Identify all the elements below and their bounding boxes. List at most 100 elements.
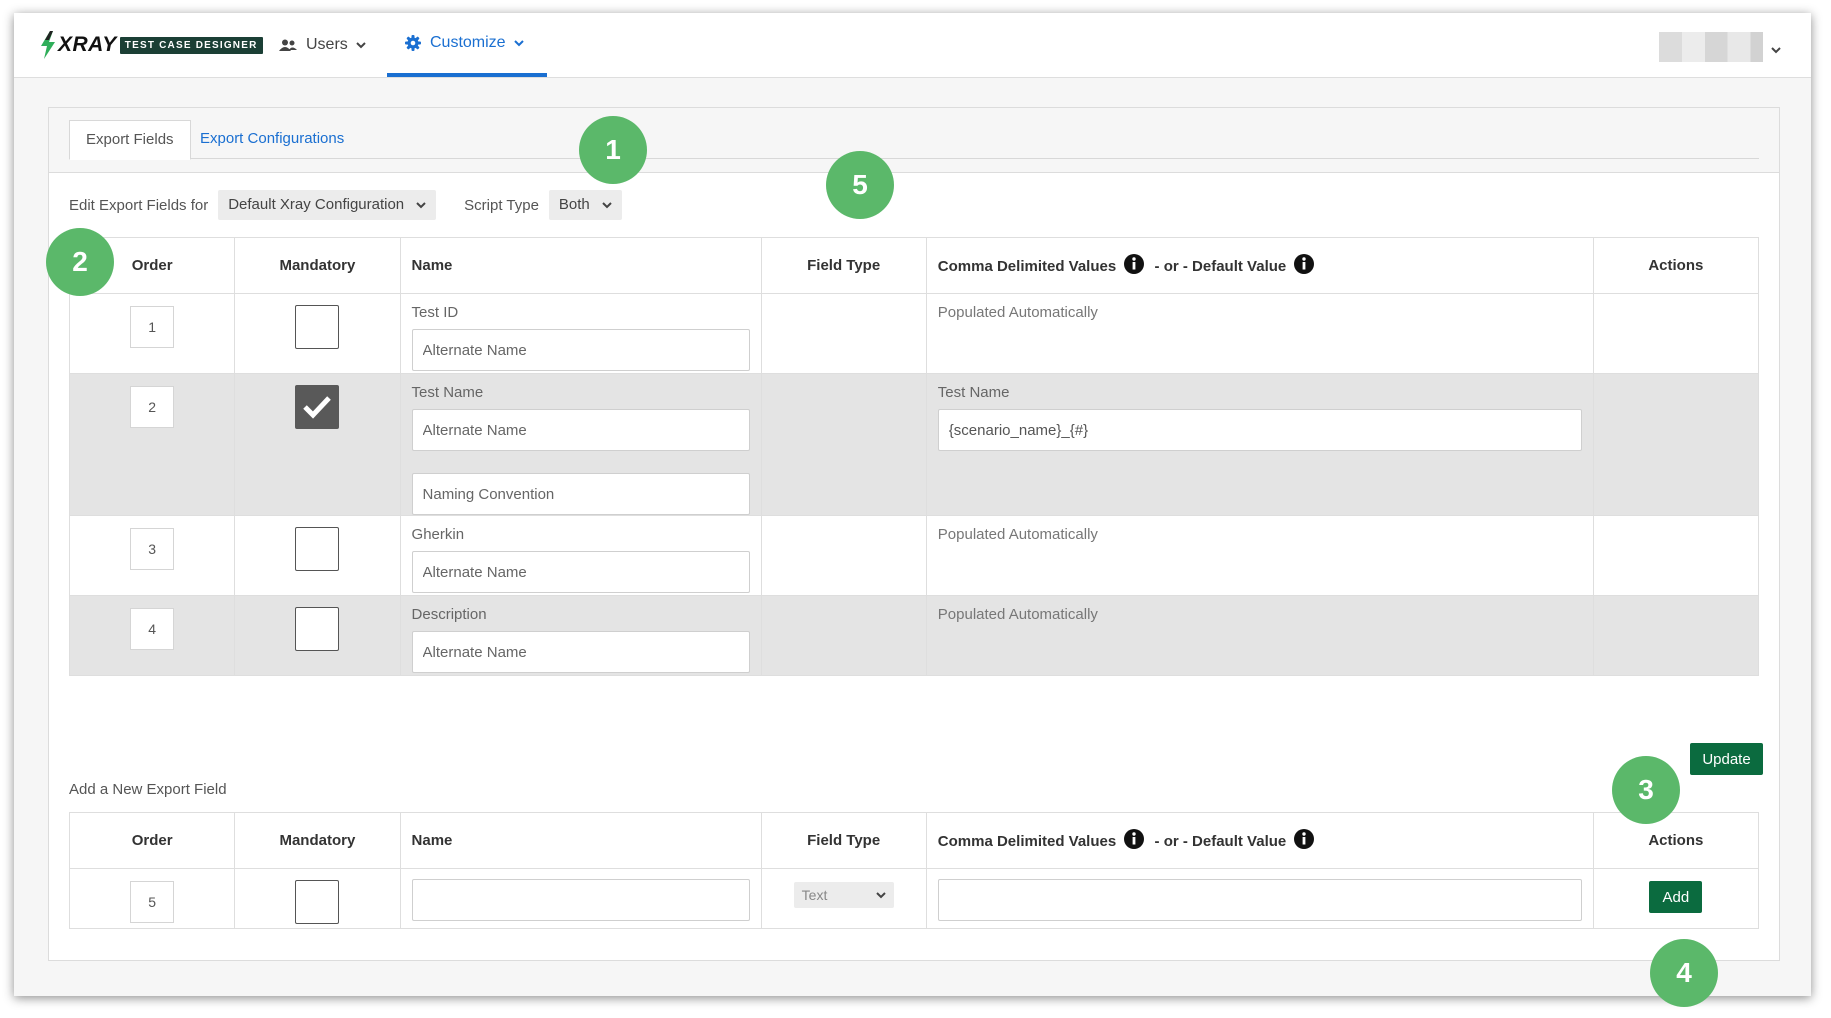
column-header-actions: Actions <box>1592 237 1760 294</box>
column-header-actions: Actions <box>1592 812 1760 869</box>
new-order-input[interactable]: 5 <box>130 881 175 923</box>
nav-users[interactable]: Users <box>279 13 366 77</box>
field-name: Gherkin <box>411 526 465 543</box>
table-row: 3 Gherkin Populated Automatically <box>68 515 1760 596</box>
nav-customize-label: Customize <box>430 34 506 51</box>
chevron-down-icon <box>602 201 612 209</box>
bolt-icon <box>41 31 55 59</box>
users-icon <box>279 39 297 52</box>
export-fields-table: Order Mandatory Name Field Type Comma De… <box>68 237 1760 676</box>
order-input[interactable]: 1 <box>130 306 175 348</box>
tab-export-fields[interactable]: Export Fields <box>69 120 191 160</box>
edit-export-fields-row: Edit Export Fields for Default Xray Conf… <box>69 190 622 220</box>
mandatory-checkbox[interactable] <box>295 305 340 349</box>
field-type-cell <box>760 595 927 676</box>
default-value-header-label: - or - Default Value <box>1154 257 1287 275</box>
table-row: 2 Test Name Test Name <box>68 373 1760 516</box>
callout-marker-2: 2 <box>46 228 114 296</box>
configuration-select[interactable]: Default Xray Configuration <box>218 190 437 220</box>
order-input[interactable]: 3 <box>130 528 175 570</box>
chevron-down-icon <box>875 891 886 898</box>
edit-export-fields-label: Edit Export Fields for <box>69 196 209 214</box>
table-header-row: Order Mandatory Name Field Type Comma De… <box>68 237 1760 294</box>
callout-marker-5: 5 <box>826 151 894 219</box>
naming-convention-input[interactable] <box>411 473 750 515</box>
values-label: Test Name <box>937 384 1010 401</box>
configuration-select-value: Default Xray Configuration <box>228 196 405 213</box>
update-button[interactable]: Update <box>1690 743 1763 775</box>
column-header-name: Name <box>399 237 762 294</box>
info-icon[interactable] <box>1124 253 1145 278</box>
field-name: Description <box>411 606 487 623</box>
alternate-name-input[interactable] <box>411 409 750 451</box>
field-type-cell <box>760 515 927 596</box>
order-input[interactable]: 2 <box>130 386 175 428</box>
tab-bar: Export Fields Export Configurations <box>49 108 1779 173</box>
new-field-row: 5 Text Add <box>68 868 1760 929</box>
values-label: Populated Automatically <box>937 526 1098 543</box>
nav-customize[interactable]: Customize <box>387 13 547 77</box>
default-value-input[interactable] <box>937 409 1582 451</box>
callout-marker-1: 1 <box>579 116 647 184</box>
user-avatar-blurred[interactable] <box>1659 32 1763 62</box>
info-icon[interactable] <box>1124 828 1145 853</box>
callout-marker-3: 3 <box>1612 756 1680 824</box>
gear-icon <box>405 35 421 51</box>
actions-cell <box>1592 373 1760 516</box>
app-logo[interactable]: XRAY TEST CASE DESIGNER <box>39 30 263 60</box>
app-window: XRAY TEST CASE DESIGNER Users Customize … <box>14 13 1811 1007</box>
mandatory-checkbox-checked[interactable] <box>295 385 340 429</box>
table-row: 1 Test ID Populated Automatically <box>68 293 1760 374</box>
callout-marker-4: 4 <box>1650 939 1718 1007</box>
column-header-field-type: Field Type <box>760 237 927 294</box>
field-type-select-value: Text <box>801 887 828 903</box>
alternate-name-input[interactable] <box>411 631 750 673</box>
column-header-name: Name <box>399 812 762 869</box>
add-button[interactable]: Add <box>1649 881 1703 913</box>
column-header-order: Order <box>68 812 236 869</box>
actions-cell <box>1592 595 1760 676</box>
script-type-select[interactable]: Both <box>548 190 622 220</box>
mandatory-checkbox[interactable] <box>295 607 340 651</box>
info-icon[interactable] <box>1294 253 1315 278</box>
field-name: Test ID <box>411 304 459 321</box>
values-label: Populated Automatically <box>937 304 1098 321</box>
nav-users-label: Users <box>306 36 348 53</box>
script-type-select-value: Both <box>558 196 590 213</box>
column-header-mandatory: Mandatory <box>234 812 401 869</box>
values-header-label: Comma Delimited Values <box>937 257 1117 275</box>
new-name-input[interactable] <box>411 879 750 921</box>
alternate-name-input[interactable] <box>411 329 750 371</box>
tab-export-configurations[interactable]: Export Configurations <box>184 120 360 158</box>
table-row: 4 Description Populated Automatically <box>68 595 1760 676</box>
field-type-cell <box>760 293 927 374</box>
order-input[interactable]: 4 <box>130 608 175 650</box>
export-panel: Export Fields Export Configurations Edit… <box>48 107 1780 961</box>
chevron-down-icon[interactable] <box>1771 41 1781 59</box>
checkmark-icon <box>303 396 332 419</box>
top-navbar: XRAY TEST CASE DESIGNER Users Customize <box>14 13 1811 78</box>
default-value-header-label: - or - Default Value <box>1154 832 1287 850</box>
tab-divider <box>69 158 1759 159</box>
values-label: Populated Automatically <box>937 606 1098 623</box>
mandatory-checkbox[interactable] <box>295 527 340 571</box>
actions-cell <box>1592 293 1760 374</box>
script-type-label: Script Type <box>464 196 539 214</box>
chevron-down-icon <box>416 201 426 209</box>
new-export-field-title: Add a New Export Field <box>69 781 227 798</box>
column-header-values: Comma Delimited Values - or - Default Va… <box>925 237 1594 294</box>
brand-name: XRAY <box>58 33 117 56</box>
field-name: Test Name <box>411 384 484 401</box>
column-header-values: Comma Delimited Values - or - Default Va… <box>925 812 1594 869</box>
new-export-field-table: Order Mandatory Name Field Type Comma De… <box>68 812 1760 929</box>
actions-cell <box>1592 515 1760 596</box>
column-header-mandatory: Mandatory <box>234 237 401 294</box>
chevron-down-icon <box>513 39 524 47</box>
info-icon[interactable] <box>1294 828 1315 853</box>
field-type-cell <box>760 373 927 516</box>
field-type-select[interactable]: Text <box>793 882 894 908</box>
alternate-name-input[interactable] <box>411 551 750 593</box>
new-values-input[interactable] <box>937 879 1582 921</box>
new-mandatory-checkbox[interactable] <box>295 880 340 924</box>
values-header-label: Comma Delimited Values <box>937 832 1117 850</box>
